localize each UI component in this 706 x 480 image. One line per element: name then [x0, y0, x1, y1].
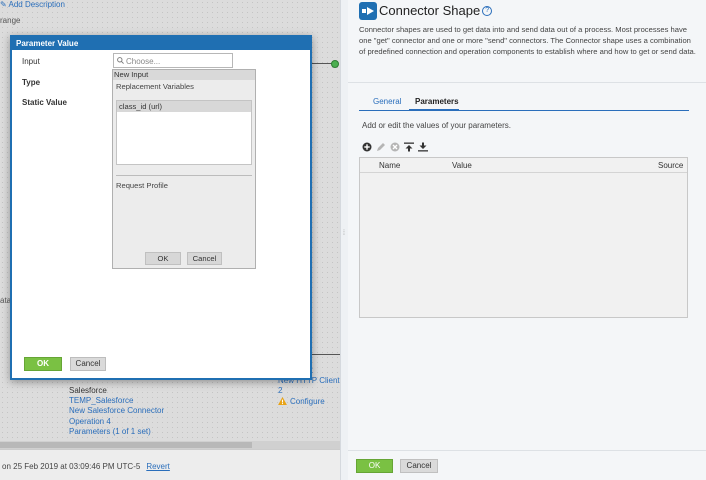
- revert-link[interactable]: Revert: [146, 462, 170, 471]
- connector-shape-panel: Connector Shape? Connector shapes are us…: [348, 0, 706, 480]
- divider: [116, 175, 252, 176]
- configure-link[interactable]: Configure: [290, 397, 325, 406]
- panel-splitter[interactable]: ⁞: [340, 0, 348, 480]
- pencil-icon: ✎: [0, 0, 7, 9]
- parameters-grid[interactable]: Name Value Source: [359, 157, 688, 318]
- column-header-source[interactable]: Source: [658, 161, 683, 170]
- input-dropdown: New Input Replacement Variables class_id…: [112, 69, 256, 269]
- warning-icon: [278, 396, 287, 405]
- input-label: Input: [22, 57, 40, 66]
- replacement-variables-list[interactable]: class_id (url): [116, 100, 252, 165]
- static-value-label: Static Value: [22, 98, 67, 107]
- add-description-link[interactable]: ✎ Add Description: [0, 0, 65, 9]
- parameters-description: Add or edit the values of your parameter…: [362, 121, 511, 130]
- canvas-range-label: range: [0, 16, 21, 25]
- connector-shape-icon: [359, 2, 377, 20]
- move-up-icon[interactable]: [404, 142, 414, 152]
- dropdown-new-input[interactable]: New Input: [113, 70, 255, 80]
- type-label: Type: [22, 78, 41, 87]
- salesforce-operation-link[interactable]: Operation 4: [69, 417, 164, 427]
- ok-button[interactable]: OK: [356, 459, 393, 473]
- divider: [348, 450, 706, 451]
- salesforce-env-link[interactable]: TEMP_Salesforce: [69, 396, 164, 406]
- active-tab-indicator: [409, 109, 459, 111]
- dialog-cancel-button[interactable]: Cancel: [70, 357, 106, 371]
- connector-endpoint[interactable]: [331, 60, 339, 68]
- salesforce-shape-details: Salesforce TEMP_Salesforce New Salesforc…: [69, 386, 164, 437]
- search-icon: [117, 57, 124, 64]
- canvas-footer: on 25 Feb 2019 at 03:09:46 PM UTC-5 Rever…: [0, 449, 340, 480]
- edit-icon[interactable]: [376, 142, 386, 152]
- tab-parameters[interactable]: Parameters: [415, 97, 459, 106]
- http-client-number[interactable]: 2: [278, 386, 340, 396]
- column-header-name[interactable]: Name: [379, 161, 400, 170]
- column-header-value[interactable]: Value: [452, 161, 472, 170]
- add-icon[interactable]: [362, 142, 372, 152]
- saved-timestamp: on 25 Feb 2019 at 03:09:46 PM UTC-5: [2, 462, 141, 471]
- shape-connector-line: [310, 354, 340, 355]
- input-chooser-placeholder: Choose...: [126, 57, 161, 66]
- grid-header: Name Value Source: [360, 158, 687, 173]
- list-item[interactable]: class_id (url): [117, 101, 251, 112]
- divider: [348, 82, 706, 83]
- dropdown-cancel-button[interactable]: Cancel: [187, 252, 222, 265]
- panel-description: Connector shapes are used to get data in…: [359, 25, 696, 56]
- delete-icon[interactable]: [390, 142, 400, 152]
- request-profile-heading: Request Profile: [116, 181, 168, 190]
- salesforce-connector-link[interactable]: New Salesforce Connector: [69, 406, 164, 416]
- dropdown-ok-button[interactable]: OK: [145, 252, 181, 265]
- splitter-grip-icon: ⁞: [343, 230, 345, 237]
- canvas-horizontal-scrollbar[interactable]: [0, 441, 340, 449]
- salesforce-parameters-link[interactable]: Parameters (1 of 1 set): [69, 427, 164, 437]
- scrollbar-thumb[interactable]: [0, 442, 252, 448]
- dialog-title: Parameter Value: [12, 37, 310, 50]
- move-down-icon[interactable]: [418, 142, 428, 152]
- panel-title: Connector Shape?: [379, 3, 493, 18]
- input-chooser[interactable]: Choose...: [113, 53, 233, 68]
- panel-tabs: General Parameters: [359, 95, 689, 111]
- tab-general[interactable]: General: [373, 97, 401, 106]
- configure-row[interactable]: Configure: [278, 396, 340, 407]
- replacement-variables-heading: Replacement Variables: [116, 82, 194, 91]
- dialog-ok-button[interactable]: OK: [24, 357, 62, 371]
- salesforce-app-label: Salesforce: [69, 386, 107, 395]
- panel-header: Connector Shape? Connector shapes are us…: [348, 0, 706, 80]
- cancel-button[interactable]: Cancel: [400, 459, 438, 473]
- parameter-value-dialog: Parameter Value Input Type Static Value …: [10, 35, 312, 380]
- help-icon[interactable]: ?: [482, 6, 493, 16]
